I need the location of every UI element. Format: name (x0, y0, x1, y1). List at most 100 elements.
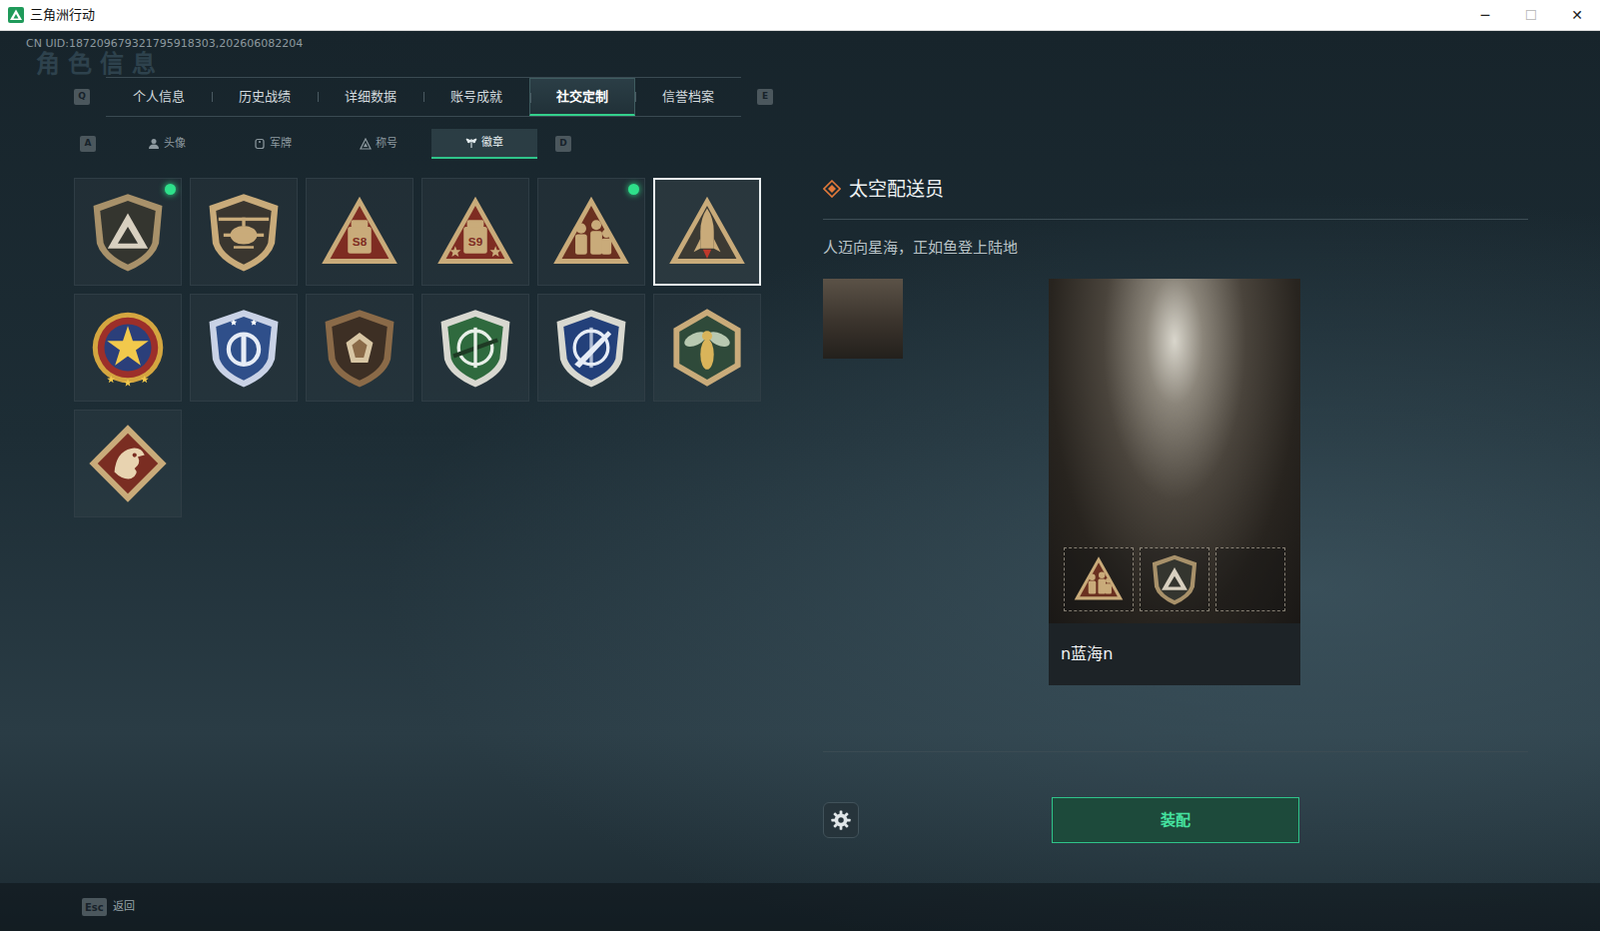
eagle-badge-icon (201, 305, 286, 390)
badge-tile[interactable] (189, 293, 298, 402)
badge-tile[interactable] (537, 293, 646, 402)
wasp-badge-icon (665, 305, 750, 390)
badge-slots (1060, 547, 1289, 612)
badge-label: S8 (352, 234, 368, 248)
badge-tile[interactable] (421, 293, 530, 402)
tag-icon (253, 137, 266, 150)
s8-badge-icon: S8 (317, 189, 402, 274)
sub-tab-strip: 头像 军牌 称号 徽章 (113, 128, 538, 159)
badge-tile[interactable] (537, 177, 646, 286)
badge-slot[interactable] (1063, 547, 1134, 612)
detail-pane: 太空配送员 人迈向星海，正如鱼登上陆地 n蓝海n (822, 76, 1600, 883)
badge-tile[interactable] (653, 293, 762, 402)
main-tab-strip: 个人信息 历史战绩 详细数据 账号成就 社交定制 信誉档案 (105, 76, 742, 117)
badge-tile[interactable] (653, 177, 762, 286)
squad-badge-icon (1071, 552, 1126, 607)
badge-title: 太空配送员 (848, 174, 944, 204)
footer-bar: Esc 返回 (0, 882, 1600, 931)
next-tab-key[interactable]: E (757, 88, 774, 105)
main-tab[interactable]: 个人信息 (105, 77, 212, 116)
operator-portrait (822, 278, 903, 359)
action-divider (822, 751, 1529, 753)
sub-tab-label: 军牌 (269, 135, 292, 153)
badge-tile[interactable] (73, 177, 182, 286)
app-logo-icon (7, 6, 24, 23)
equipped-dot (744, 299, 756, 311)
tab-label: 历史战绩 (238, 86, 291, 107)
main-tabs: Q 个人信息 历史战绩 详细数据 账号成就 社交定制 信誉档案 E (73, 76, 823, 117)
prev-subtab-key[interactable]: A (79, 135, 96, 152)
main-tab[interactable]: 详细数据 (317, 77, 424, 116)
badge-icon (465, 136, 478, 149)
window-control: ☐ (1508, 0, 1555, 30)
main-tab[interactable]: 账号成就 (423, 77, 530, 116)
star-badge-icon (85, 305, 170, 390)
main-tab[interactable]: 历史战绩 (211, 77, 318, 116)
name-strip: n蓝海n (1048, 623, 1301, 686)
tab-label: 信誉档案 (662, 86, 715, 107)
sub-tab-label: 称号 (375, 135, 398, 153)
badge-slot[interactable] (1139, 547, 1210, 612)
rocket-badge-icon (665, 189, 750, 274)
content-row: Q 个人信息 历史战绩 详细数据 账号成就 社交定制 信誉档案 E A 头像 军牌 称号 徽章 D S8… (0, 76, 1600, 883)
character-art (1048, 278, 1301, 624)
window-control[interactable]: ✕ (1554, 0, 1600, 30)
game-window: 三角洲行动 ─☐✕ CN UID:187209679321795918303,2… (0, 0, 1600, 931)
window-title: 三角洲行动 (29, 4, 95, 25)
equipped-dot (628, 299, 640, 311)
window-control[interactable]: ─ (1462, 0, 1509, 30)
badge-description: 人迈向星海，正如鱼登上陆地 (822, 236, 1529, 260)
title-icon (359, 137, 372, 150)
next-subtab-key[interactable]: D (555, 135, 572, 152)
equipped-dot (164, 299, 176, 311)
equipped-dot (512, 299, 524, 311)
heli-badge-icon (201, 189, 286, 274)
diamond-icon (822, 179, 841, 198)
delta-badge-icon (85, 189, 170, 274)
equipped-dot (280, 183, 292, 195)
window-controls: ─☐✕ (1462, 0, 1600, 30)
game-area: CN UID:187209679321795918303,20260608220… (0, 30, 1600, 931)
equipped-dot (164, 183, 176, 195)
preview-row: n蓝海n (822, 278, 1529, 686)
page-watermark: 角色信息 (0, 50, 1600, 77)
player-nickname: n蓝海n (1060, 642, 1113, 667)
badge-tile[interactable] (189, 177, 298, 286)
sub-tab[interactable]: 军牌 (219, 128, 326, 159)
s9-badge-icon: S9 (433, 189, 518, 274)
esc-key[interactable]: Esc (81, 897, 107, 916)
prev-tab-key[interactable]: Q (73, 88, 90, 105)
sub-tab[interactable]: 徽章 (431, 128, 538, 159)
tab-label: 社交定制 (556, 86, 609, 107)
badge-label: S9 (468, 234, 484, 248)
badge-pane: Q 个人信息 历史战绩 详细数据 账号成就 社交定制 信誉档案 E A 头像 军牌 称号 徽章 D S8… (0, 76, 823, 883)
player-card: n蓝海n (1048, 278, 1301, 686)
equipped-dot (280, 299, 292, 311)
settings-button[interactable] (822, 801, 859, 838)
sub-tab-label: 徽章 (481, 134, 504, 152)
equip-button[interactable]: 装配 (1051, 797, 1300, 843)
main-tab[interactable]: 社交定制 (529, 77, 636, 116)
equipped-dot (396, 299, 408, 311)
sub-tab[interactable]: 头像 (113, 128, 220, 159)
badge-tile[interactable] (305, 293, 414, 402)
main-tab[interactable]: 信誉档案 (635, 77, 742, 116)
title-bar: 三角洲行动 ─☐✕ (0, 0, 1600, 31)
tab-label: 详细数据 (344, 86, 397, 107)
dragon-badge-icon (85, 421, 170, 506)
sub-tab-label: 头像 (163, 135, 186, 153)
badge-tile[interactable]: S9 (421, 177, 530, 286)
sub-tab[interactable]: 称号 (325, 128, 432, 159)
badge-tile[interactable] (73, 409, 182, 518)
back-label[interactable]: 返回 (112, 898, 135, 916)
badge-tile[interactable] (73, 293, 182, 402)
knife-badge-icon (549, 305, 634, 390)
gem-badge-icon (317, 305, 402, 390)
badge-slot[interactable] (1215, 547, 1286, 612)
equipped-dot (164, 415, 176, 427)
badge-tile[interactable]: S8 (305, 177, 414, 286)
title-divider (822, 218, 1529, 220)
equipped-dot (512, 183, 524, 195)
action-row: 装配 (822, 797, 1529, 843)
sub-tabs: A 头像 军牌 称号 徽章 D (73, 128, 823, 159)
